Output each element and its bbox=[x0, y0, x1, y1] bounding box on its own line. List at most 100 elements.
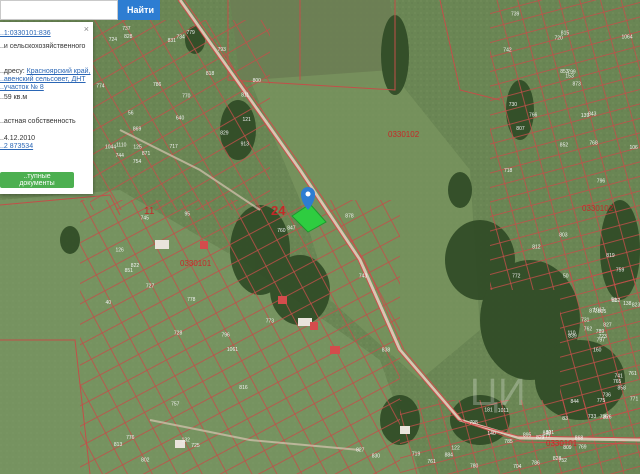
parcel-area: ..59 кв.м bbox=[0, 94, 28, 101]
parcel-number-label: 786 bbox=[532, 460, 541, 466]
parcel-number-label: 125 bbox=[133, 144, 142, 150]
parcel-number-label: 765 bbox=[613, 379, 622, 385]
parcel-number-label: 838 bbox=[382, 348, 391, 354]
parcel-number-label: 778 bbox=[187, 297, 196, 303]
parcel-number-label: 807 bbox=[516, 126, 525, 132]
parcel-number-label: 831 bbox=[168, 38, 177, 44]
parcel-number-label: 50 bbox=[563, 273, 569, 279]
parcel-number-label: 873 bbox=[573, 81, 582, 87]
parcel-number-label: 640 bbox=[176, 116, 185, 122]
parcel-number-label: 826 bbox=[603, 415, 612, 421]
parcel-number-label: 823 bbox=[632, 303, 640, 309]
parcel-number-label: 718 bbox=[504, 168, 513, 174]
available-documents-button[interactable]: ..тупные документы bbox=[0, 172, 74, 188]
parcel-number-label: 811 bbox=[241, 93, 249, 99]
quarter-code-label: 0330102 bbox=[388, 130, 420, 139]
quarter-code-label: 0330101 bbox=[546, 439, 578, 448]
address-label: ..дресу: bbox=[0, 68, 25, 75]
parcel-number-label: 869 bbox=[133, 127, 142, 133]
quarter-code-label: 0330101 bbox=[180, 259, 212, 268]
parcel-number-label: 139 bbox=[581, 113, 590, 119]
parcel-number-label: 724 bbox=[109, 37, 118, 43]
parcel-number-label: 704 bbox=[513, 464, 522, 470]
parcel-number-label: 830 bbox=[372, 453, 381, 459]
address-line-1[interactable]: Красноярский край, bbox=[27, 68, 91, 75]
parcel-number-label: 140 bbox=[487, 431, 496, 437]
parcel-number-label: 761 bbox=[628, 371, 637, 377]
area-number-label: 24 bbox=[271, 203, 286, 218]
parcel-number-label: 733 bbox=[588, 414, 597, 420]
parcel-number-label: 843 bbox=[588, 112, 597, 118]
parcel-number-label: 800 bbox=[253, 78, 262, 84]
parcel-number-label: 878 bbox=[345, 213, 354, 219]
parcel-number-label: 122 bbox=[451, 446, 460, 452]
land-category: ..и сельскохозяйственного bbox=[0, 43, 86, 50]
parcel-number-label: 160 bbox=[593, 347, 602, 353]
map-canvas[interactable]: 0330101 0330102 0330102 0330101 24 11 64… bbox=[0, 0, 640, 474]
search-button[interactable]: Найти bbox=[118, 0, 160, 20]
parcel-number-label: 731 bbox=[581, 317, 590, 323]
quarter-code-label: 0330102 bbox=[582, 204, 614, 213]
parcel-number-label: 822 bbox=[131, 263, 140, 269]
parcel-number-label: 762 bbox=[584, 326, 593, 332]
parcel-number-label: 818 bbox=[206, 71, 215, 77]
parcel-number-label: 844 bbox=[571, 399, 580, 405]
parcel-number-label: 153 bbox=[565, 74, 574, 80]
parcel-number-label: 809 bbox=[563, 445, 572, 451]
parcel-number-label: 771 bbox=[630, 397, 639, 403]
registration-date: ..4.12.2010 bbox=[0, 135, 36, 142]
parcel-info-card: × ..1:0330101:836 ..и сельскохозяйственн… bbox=[0, 22, 93, 194]
cadastral-number-link[interactable]: ..1:0330101:836 bbox=[0, 30, 51, 37]
parcel-number-label: 742 bbox=[503, 48, 512, 54]
parcel-number-label: 796 bbox=[597, 179, 606, 185]
parcel-number-label: 126 bbox=[116, 248, 125, 254]
parcel-number-label: 110 bbox=[568, 331, 576, 337]
parcel-number-label: 777 bbox=[542, 434, 551, 440]
parcel-number-label: 1061 bbox=[227, 347, 238, 353]
parcel-number-label: 827 bbox=[603, 322, 612, 328]
parcel-number-label: 83 bbox=[562, 416, 568, 422]
parcel-number-label: 773 bbox=[266, 319, 275, 325]
parcel-number-label: 816 bbox=[239, 385, 248, 391]
parcel-number-label: 132 bbox=[182, 438, 191, 444]
search-button-label: Найти bbox=[127, 5, 154, 15]
parcel-number-label: 138 bbox=[623, 301, 632, 307]
parcel-number-label: 744 bbox=[116, 153, 125, 159]
close-icon[interactable]: × bbox=[84, 25, 89, 34]
parcel-number-label: 761 bbox=[427, 459, 436, 465]
parcel-number-label: 785 bbox=[504, 439, 513, 445]
cadastral-value-link[interactable]: ..2 873534 bbox=[0, 143, 33, 150]
parcel-number-label: 779 bbox=[187, 30, 196, 36]
parcel-number-label: 852 bbox=[560, 143, 569, 149]
watermark: ЦИ bbox=[470, 372, 525, 414]
parcel-number-label: 828 bbox=[124, 34, 133, 40]
parcel-number-label: 798 bbox=[469, 420, 478, 426]
parcel-number-label: 803 bbox=[559, 232, 568, 238]
parcel-number-label: 121 bbox=[243, 117, 252, 123]
parcel-number-label: 95 bbox=[185, 212, 191, 218]
parcel-number-label: 743 bbox=[359, 273, 368, 279]
search-input[interactable] bbox=[0, 0, 118, 20]
parcel-number-label: 757 bbox=[171, 402, 180, 408]
parcel-number-label: 884 bbox=[445, 452, 454, 458]
address-line-2[interactable]: ..авенский сельсовет, ДНТ bbox=[0, 76, 86, 83]
parcel-number-label: 828 bbox=[553, 456, 562, 462]
parcel-number-label: 728 bbox=[174, 331, 183, 337]
parcel-number-label: 827 bbox=[356, 448, 365, 454]
parcel-number-label: 56 bbox=[128, 110, 134, 116]
parcel-number-label: 819 bbox=[606, 253, 615, 259]
parcel-number-label: 766 bbox=[529, 112, 538, 118]
parcel-number-label: 720 bbox=[555, 35, 564, 41]
parcel-number-label: 723 bbox=[599, 334, 608, 340]
parcel-number-label: 1110 bbox=[116, 143, 127, 149]
address-line-3[interactable]: ..участок № 8 bbox=[0, 84, 44, 91]
parcel-number-label: 802 bbox=[141, 457, 150, 463]
parcel-number-label: 786 bbox=[153, 82, 162, 88]
parcel-number-label: 858 bbox=[618, 386, 627, 392]
parcel-number-label: 1044 bbox=[105, 145, 116, 151]
parcel-number-label: 40 bbox=[106, 300, 112, 306]
parcel-number-label: 760 bbox=[277, 228, 286, 234]
parcel-number-label: 775 bbox=[597, 398, 606, 404]
parcel-number-label: 872 bbox=[589, 308, 598, 314]
parcel-number-label: 727 bbox=[146, 284, 155, 290]
